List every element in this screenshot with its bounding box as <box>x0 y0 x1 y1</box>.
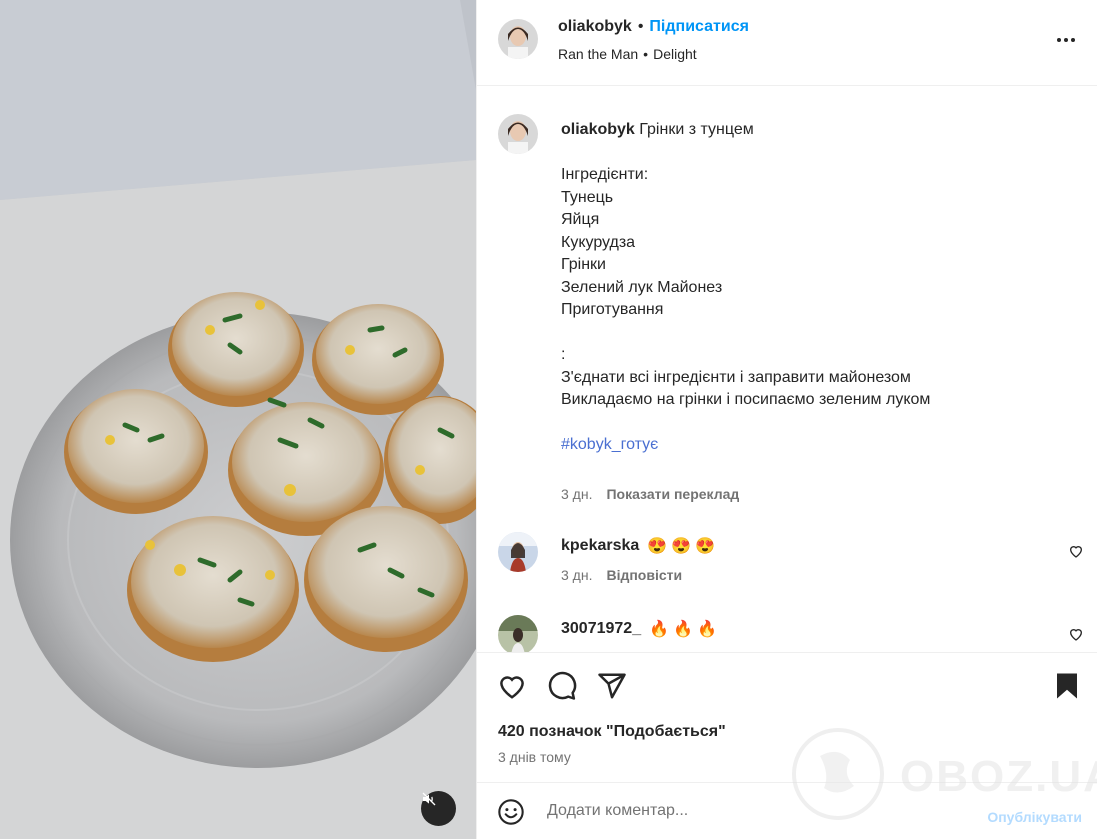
comment-icon[interactable] <box>547 671 577 701</box>
caption-line: Приготування <box>561 301 664 318</box>
caption-line: Інгредієнти: <box>561 166 649 183</box>
author-avatar[interactable] <box>498 19 538 59</box>
more-horizontal-icon[interactable] <box>1054 28 1078 52</box>
heart-icon[interactable] <box>1068 543 1084 559</box>
likes-count[interactable]: 420 позначок "Подобається" <box>498 723 726 741</box>
hashtag-link[interactable]: #kobyk_готує <box>561 434 1061 457</box>
comment-input[interactable] <box>547 802 947 820</box>
caption-title: Грінки з тунцем <box>639 121 754 138</box>
bookmark-icon[interactable] <box>1052 671 1082 701</box>
post-media[interactable] <box>0 0 476 839</box>
audio-artist[interactable]: Ran the Man <box>558 46 638 62</box>
commenter-avatar[interactable] <box>498 615 538 652</box>
author-username[interactable]: oliakobyk <box>558 18 632 36</box>
food-photo <box>0 0 476 839</box>
caption-line: Тунець <box>561 188 614 206</box>
caption-meta: 3 дн. Показати переклад <box>561 483 1061 506</box>
caption-line: Яйця <box>561 211 600 228</box>
emoji: 🔥 <box>673 621 693 638</box>
reply-button[interactable]: Відповісти <box>606 567 682 583</box>
caption-first-line: oliakobyk Грінки з тунцем <box>561 119 1061 142</box>
follow-button[interactable]: Підписатися <box>649 18 749 36</box>
emoji: 😍 <box>647 538 668 555</box>
comment-composer: Опублікувати <box>477 782 1097 839</box>
comment-emoji: 😍 😍 😍 <box>647 536 715 556</box>
caption-line: : <box>561 346 566 363</box>
caption-line: Зелений лук Майонез <box>561 278 723 296</box>
share-icon[interactable] <box>597 671 627 701</box>
caption-line <box>561 412 1061 435</box>
comment-content: kpekarska 😍 😍 😍 <box>561 536 715 556</box>
caption-time[interactable]: 3 дн. <box>561 483 592 506</box>
heart-icon[interactable] <box>497 671 527 701</box>
caption-line: Грінки <box>561 256 606 273</box>
comment-emoji: 🔥 🔥 🔥 <box>649 619 717 639</box>
comment-item: 30071972_ 🔥 🔥 🔥 <box>477 615 1097 652</box>
mute-button[interactable] <box>421 791 456 826</box>
comment-meta: 3 дн. Відповісти <box>561 567 682 583</box>
caption-line <box>561 322 1061 345</box>
post-date: 3 днів тому <box>498 749 571 765</box>
actions-bar: 420 позначок "Подобається" 3 днів тому <box>477 652 1097 782</box>
heart-icon[interactable] <box>1068 626 1084 642</box>
caption-text: oliakobyk Грінки з тунцем Інгредієнти: Т… <box>561 119 1061 506</box>
caption-line: Викладаємо на грінки і посипаємо зеленим… <box>561 391 931 408</box>
caption-avatar[interactable] <box>498 114 538 154</box>
audio-title[interactable]: Delight <box>653 46 697 62</box>
caption-line: З'єднати всі інгредієнти і заправити май… <box>561 368 911 386</box>
caption-line <box>561 142 1061 165</box>
header-separator: • <box>637 18 644 35</box>
comment-time[interactable]: 3 дн. <box>561 567 592 583</box>
caption-line: Кукурудза <box>561 233 636 251</box>
emoji: 😍 <box>695 538 716 555</box>
emoji: 🔥 <box>696 621 717 638</box>
commenter-username[interactable]: 30071972_ <box>561 620 641 638</box>
audio-info[interactable]: Ran the Man • Delight <box>558 46 697 62</box>
comment-content: 30071972_ 🔥 🔥 🔥 <box>561 619 717 639</box>
emoji: 🔥 <box>649 621 670 638</box>
publish-button[interactable]: Опублікувати <box>987 809 1082 825</box>
commenter-username[interactable]: kpekarska <box>561 537 639 555</box>
muted-speaker-icon <box>422 792 436 806</box>
header-title-line: oliakobyk • Підписатися <box>558 18 749 36</box>
emoji-icon[interactable] <box>497 798 525 826</box>
post-header: oliakobyk • Підписатися Ran the Man • De… <box>477 0 1097 86</box>
commenter-avatar[interactable] <box>498 532 538 572</box>
emoji: 😍 <box>671 538 692 555</box>
caption-username[interactable]: oliakobyk <box>561 121 635 138</box>
audio-separator: • <box>643 46 649 62</box>
post-panel: oliakobyk • Підписатися Ran the Man • De… <box>476 0 1097 839</box>
translate-button[interactable]: Показати переклад <box>606 483 739 506</box>
